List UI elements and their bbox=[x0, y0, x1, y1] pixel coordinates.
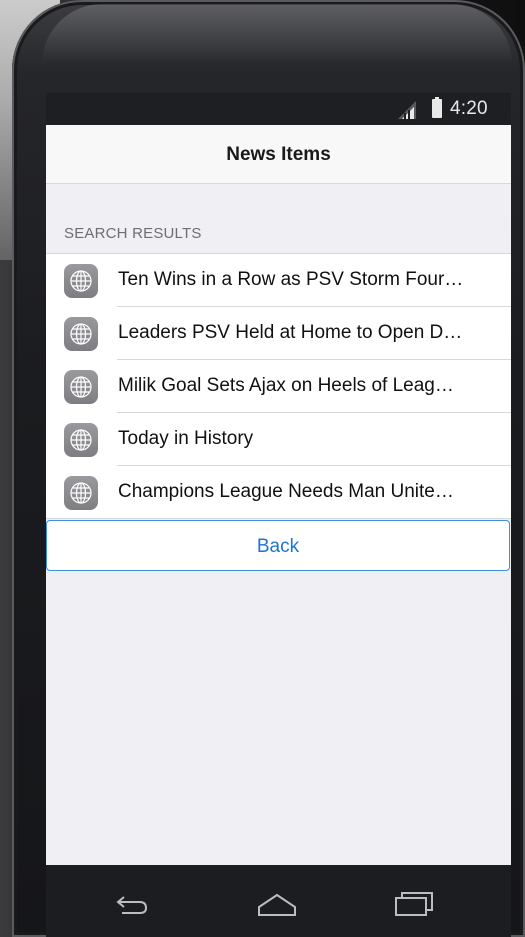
list-item-label: Champions League Needs Man Unite… bbox=[118, 481, 454, 502]
recents-icon[interactable] bbox=[392, 889, 436, 919]
list-item[interactable]: Milik Goal Sets Ajax on Heels of Leag… bbox=[46, 360, 511, 413]
status-bar: 4:20 bbox=[46, 93, 511, 125]
section-header: SEARCH RESULTS bbox=[64, 225, 202, 242]
list-item-label: Milik Goal Sets Ajax on Heels of Leag… bbox=[118, 375, 454, 396]
battery-icon bbox=[432, 97, 442, 118]
phone-top-shine bbox=[42, 4, 512, 64]
back-button-label: Back bbox=[256, 536, 300, 557]
back-button[interactable]: Back bbox=[46, 520, 510, 571]
globe-icon bbox=[64, 370, 98, 404]
signal-icon bbox=[398, 101, 416, 119]
globe-icon bbox=[64, 476, 98, 510]
navigation-bar: News Items bbox=[46, 125, 511, 184]
news-list: Ten Wins in a Row as PSV Storm Four… Lea… bbox=[46, 253, 511, 519]
list-item-label: Ten Wins in a Row as PSV Storm Four… bbox=[118, 269, 464, 290]
globe-icon bbox=[64, 423, 98, 457]
status-time: 4:20 bbox=[450, 98, 488, 119]
list-item[interactable]: Ten Wins in a Row as PSV Storm Four… bbox=[46, 254, 511, 307]
list-item[interactable]: Today in History bbox=[46, 413, 511, 466]
list-item[interactable]: Champions League Needs Man Unite… bbox=[46, 466, 511, 519]
system-nav-bar bbox=[46, 865, 511, 937]
globe-icon bbox=[64, 317, 98, 351]
list-item[interactable]: Leaders PSV Held at Home to Open D… bbox=[46, 307, 511, 360]
divider bbox=[46, 518, 511, 519]
page-title: News Items bbox=[226, 144, 331, 165]
home-icon[interactable] bbox=[255, 889, 299, 919]
list-item-label: Leaders PSV Held at Home to Open D… bbox=[118, 322, 463, 343]
phone-screen: 4:20 News Items SEARCH RESULTS Ten Wins … bbox=[46, 93, 511, 865]
back-arrow-icon[interactable] bbox=[110, 889, 154, 919]
list-item-label: Today in History bbox=[118, 428, 254, 449]
globe-icon bbox=[64, 264, 98, 298]
